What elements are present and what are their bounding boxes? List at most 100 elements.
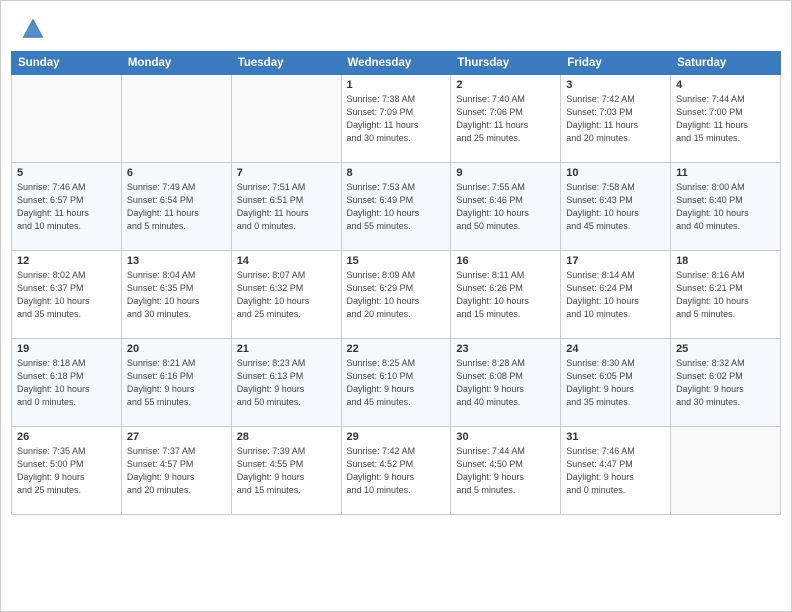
header-cell-monday: Monday: [121, 52, 231, 75]
day-cell: 8 Sunrise: 7:53 AM Sunset: 6:49 PM Daylig…: [341, 163, 451, 251]
day-info: Sunrise: 8:23 AM Sunset: 6:13 PM Dayligh…: [237, 357, 336, 409]
day-cell: 3 Sunrise: 7:42 AM Sunset: 7:03 PM Daylig…: [561, 75, 671, 163]
day-number: 16: [456, 255, 555, 267]
day-info: Sunrise: 8:04 AM Sunset: 6:35 PM Dayligh…: [127, 269, 226, 321]
day-info: Sunrise: 8:02 AM Sunset: 6:37 PM Dayligh…: [17, 269, 116, 321]
day-number: 12: [17, 255, 116, 267]
day-cell: 23Sunrise: 8:28 AM Sunset: 6:08 PM Dayli…: [451, 339, 561, 427]
day-number: 5: [17, 167, 116, 179]
day-number: 17: [566, 255, 665, 267]
day-cell: 1 Sunrise: 7:38 AM Sunset: 7:09 PM Daylig…: [341, 75, 451, 163]
day-number: 25: [676, 343, 775, 355]
day-number: 29: [347, 431, 446, 443]
header-cell-wednesday: Wednesday: [341, 52, 451, 75]
day-cell: 21 Sunrise: 8:23 AM Sunset: 6:13 PM Dayli…: [231, 339, 341, 427]
day-cell: 25 Sunrise: 8:32 AM Sunset: 6:02 PM Dayli…: [671, 339, 781, 427]
day-info: Sunrise: 8:25 AM Sunset: 6:10 PM Dayligh…: [347, 357, 446, 409]
day-number: 27: [127, 431, 226, 443]
day-info: Sunrise: 7:39 AM Sunset: 4:55 PM Dayligh…: [237, 445, 336, 497]
day-info: Sunrise: 8:14 AM Sunset: 6:24 PM Dayligh…: [566, 269, 665, 321]
header-cell-saturday: Saturday: [671, 52, 781, 75]
day-info: Sunrise: 7:44 AM Sunset: 4:50 PM Dayligh…: [456, 445, 555, 497]
day-cell: 19 Sunrise: 8:18 AM Sunset: 6:18 PM Dayli…: [12, 339, 122, 427]
week-row-5: 26Sunrise: 7:35 AM Sunset: 5:00 PM Dayli…: [12, 427, 781, 515]
header-cell-sunday: Sunday: [12, 52, 122, 75]
week-row-3: 12 Sunrise: 8:02 AM Sunset: 6:37 PM Dayli…: [12, 251, 781, 339]
header-cell-friday: Friday: [561, 52, 671, 75]
day-number: 18: [676, 255, 775, 267]
day-info: Sunrise: 7:51 AM Sunset: 6:51 PM Dayligh…: [237, 181, 336, 233]
header-row: SundayMondayTuesdayWednesdayThursdayFrid…: [12, 52, 781, 75]
day-info: Sunrise: 7:58 AM Sunset: 6:43 PM Dayligh…: [566, 181, 665, 233]
day-cell: 17 Sunrise: 8:14 AM Sunset: 6:24 PM Dayli…: [561, 251, 671, 339]
day-number: 22: [347, 343, 446, 355]
day-cell: 13Sunrise: 8:04 AM Sunset: 6:35 PM Dayli…: [121, 251, 231, 339]
day-info: Sunrise: 8:30 AM Sunset: 6:05 PM Dayligh…: [566, 357, 665, 409]
day-cell: [12, 75, 122, 163]
day-cell: 16 Sunrise: 8:11 AM Sunset: 6:26 PM Dayli…: [451, 251, 561, 339]
day-cell: 22 Sunrise: 8:25 AM Sunset: 6:10 PM Dayli…: [341, 339, 451, 427]
day-info: Sunrise: 7:53 AM Sunset: 6:49 PM Dayligh…: [347, 181, 446, 233]
day-number: 11: [676, 167, 775, 179]
day-number: 14: [237, 255, 336, 267]
day-number: 23: [456, 343, 555, 355]
day-info: Sunrise: 8:18 AM Sunset: 6:18 PM Dayligh…: [17, 357, 116, 409]
calendar-page: SundayMondayTuesdayWednesdayThursdayFrid…: [0, 0, 792, 612]
day-info: Sunrise: 7:42 AM Sunset: 7:03 PM Dayligh…: [566, 93, 665, 145]
day-cell: 5 Sunrise: 7:46 AM Sunset: 6:57 PM Daylig…: [12, 163, 122, 251]
day-number: 6: [127, 167, 226, 179]
day-info: Sunrise: 8:21 AM Sunset: 6:16 PM Dayligh…: [127, 357, 226, 409]
day-info: Sunrise: 8:00 AM Sunset: 6:40 PM Dayligh…: [676, 181, 775, 233]
week-row-2: 5 Sunrise: 7:46 AM Sunset: 6:57 PM Daylig…: [12, 163, 781, 251]
day-info: Sunrise: 8:32 AM Sunset: 6:02 PM Dayligh…: [676, 357, 775, 409]
day-cell: 28 Sunrise: 7:39 AM Sunset: 4:55 PM Dayli…: [231, 427, 341, 515]
day-number: 3: [566, 79, 665, 91]
day-cell: 27 Sunrise: 7:37 AM Sunset: 4:57 PM Dayli…: [121, 427, 231, 515]
day-info: Sunrise: 8:16 AM Sunset: 6:21 PM Dayligh…: [676, 269, 775, 321]
logo-icon: [19, 15, 47, 43]
day-info: Sunrise: 7:46 AM Sunset: 4:47 PM Dayligh…: [566, 445, 665, 497]
calendar-header: SundayMondayTuesdayWednesdayThursdayFrid…: [12, 52, 781, 75]
day-number: 10: [566, 167, 665, 179]
week-row-1: 1 Sunrise: 7:38 AM Sunset: 7:09 PM Daylig…: [12, 75, 781, 163]
day-number: 28: [237, 431, 336, 443]
day-number: 26: [17, 431, 116, 443]
day-cell: 26Sunrise: 7:35 AM Sunset: 5:00 PM Dayli…: [12, 427, 122, 515]
day-number: 31: [566, 431, 665, 443]
week-row-4: 19 Sunrise: 8:18 AM Sunset: 6:18 PM Dayli…: [12, 339, 781, 427]
day-cell: [231, 75, 341, 163]
day-info: Sunrise: 7:42 AM Sunset: 4:52 PM Dayligh…: [347, 445, 446, 497]
day-number: 1: [347, 79, 446, 91]
day-info: Sunrise: 7:49 AM Sunset: 6:54 PM Dayligh…: [127, 181, 226, 233]
day-number: 4: [676, 79, 775, 91]
day-info: Sunrise: 7:37 AM Sunset: 4:57 PM Dayligh…: [127, 445, 226, 497]
day-info: Sunrise: 8:09 AM Sunset: 6:29 PM Dayligh…: [347, 269, 446, 321]
day-cell: 31 Sunrise: 7:46 AM Sunset: 4:47 PM Dayli…: [561, 427, 671, 515]
day-info: Sunrise: 7:55 AM Sunset: 6:46 PM Dayligh…: [456, 181, 555, 233]
day-cell: 30Sunrise: 7:44 AM Sunset: 4:50 PM Dayli…: [451, 427, 561, 515]
day-info: Sunrise: 7:40 AM Sunset: 7:06 PM Dayligh…: [456, 93, 555, 145]
day-info: Sunrise: 7:38 AM Sunset: 7:09 PM Dayligh…: [347, 93, 446, 145]
day-cell: [121, 75, 231, 163]
day-cell: 7Sunrise: 7:51 AM Sunset: 6:51 PM Daylig…: [231, 163, 341, 251]
calendar-table: SundayMondayTuesdayWednesdayThursdayFrid…: [11, 51, 781, 515]
day-number: 20: [127, 343, 226, 355]
day-cell: 6 Sunrise: 7:49 AM Sunset: 6:54 PM Daylig…: [121, 163, 231, 251]
day-info: Sunrise: 8:11 AM Sunset: 6:26 PM Dayligh…: [456, 269, 555, 321]
day-number: 19: [17, 343, 116, 355]
logo: [19, 15, 49, 43]
day-cell: 14 Sunrise: 8:07 AM Sunset: 6:32 PM Dayli…: [231, 251, 341, 339]
day-number: 21: [237, 343, 336, 355]
day-cell: 15 Sunrise: 8:09 AM Sunset: 6:29 PM Dayli…: [341, 251, 451, 339]
day-number: 15: [347, 255, 446, 267]
day-cell: 18 Sunrise: 8:16 AM Sunset: 6:21 PM Dayli…: [671, 251, 781, 339]
day-info: Sunrise: 8:07 AM Sunset: 6:32 PM Dayligh…: [237, 269, 336, 321]
day-number: 24: [566, 343, 665, 355]
calendar-body: 1 Sunrise: 7:38 AM Sunset: 7:09 PM Daylig…: [12, 75, 781, 515]
day-cell: 10 Sunrise: 7:58 AM Sunset: 6:43 PM Dayli…: [561, 163, 671, 251]
day-cell: 11 Sunrise: 8:00 AM Sunset: 6:40 PM Dayli…: [671, 163, 781, 251]
day-info: Sunrise: 7:46 AM Sunset: 6:57 PM Dayligh…: [17, 181, 116, 233]
day-number: 8: [347, 167, 446, 179]
day-cell: [671, 427, 781, 515]
day-cell: 20 Sunrise: 8:21 AM Sunset: 6:16 PM Dayli…: [121, 339, 231, 427]
